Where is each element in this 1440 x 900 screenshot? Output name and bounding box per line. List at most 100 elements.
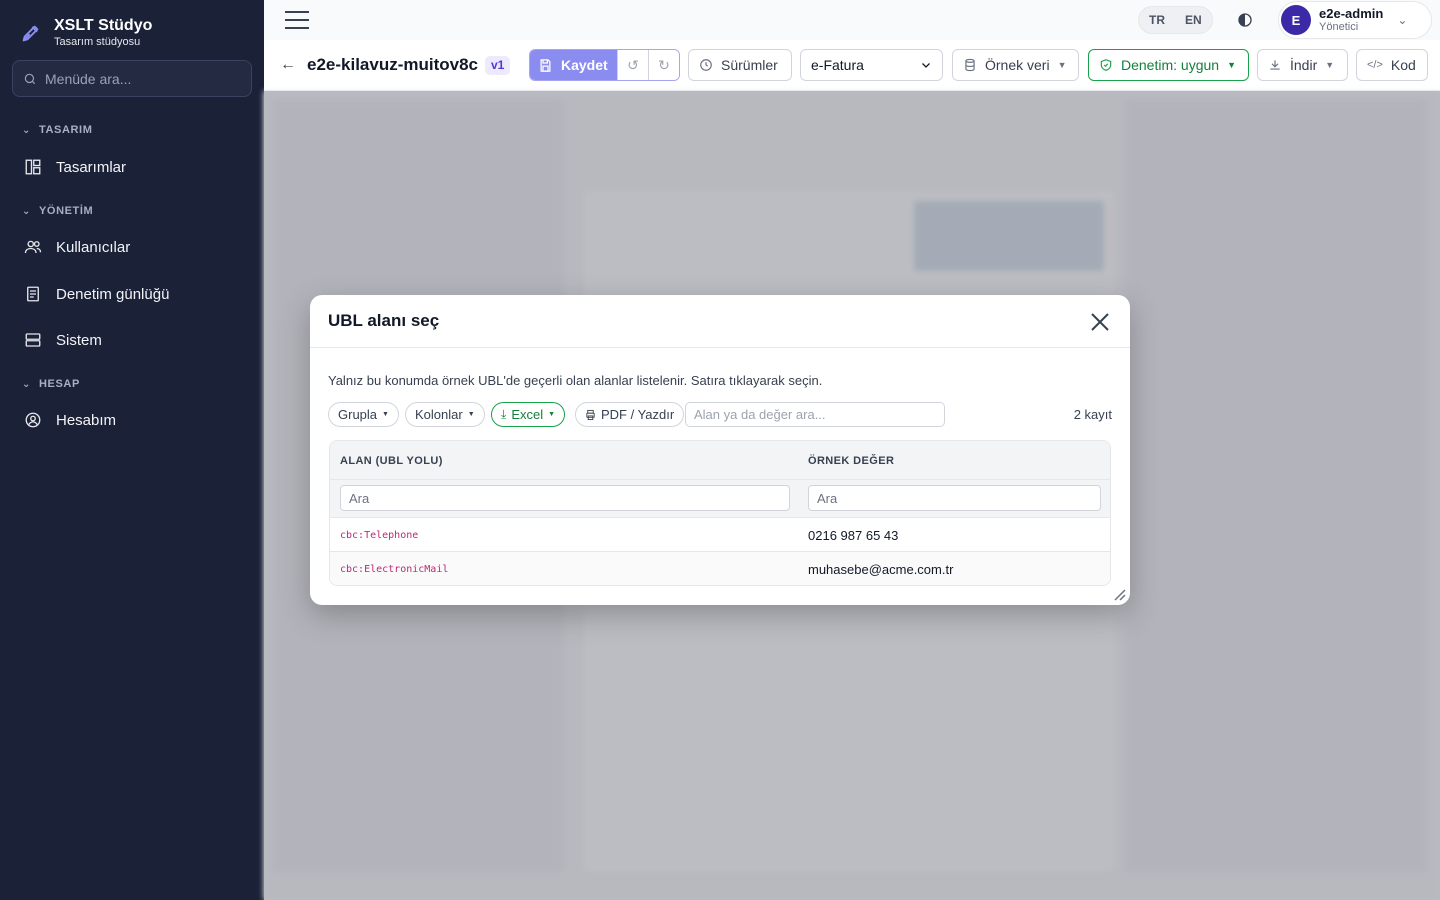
chevron-down-icon: ⌄ <box>22 124 31 136</box>
excel-export-button[interactable]: ⤓ Excel ▼ <box>491 402 566 427</box>
layout-icon <box>25 159 41 175</box>
sidebar-item-users[interactable]: Kullanıcılar <box>0 227 264 267</box>
close-icon[interactable] <box>1090 312 1110 332</box>
redo-button[interactable]: ↻ <box>648 50 679 80</box>
caret-down-icon: ▼ <box>1227 60 1236 70</box>
caret-down-icon: ▼ <box>1325 60 1335 70</box>
sample-data-button[interactable]: Örnek veri ▼ <box>952 49 1079 81</box>
brand-title: XSLT Stüdyo <box>54 17 153 34</box>
redo-icon: ↻ <box>658 56 670 73</box>
user-circle-icon <box>25 412 41 428</box>
table-row[interactable]: cbc:Telephone 0216 987 65 43 <box>330 518 1110 552</box>
code-button[interactable]: </> Kod <box>1356 49 1428 81</box>
section-label: YÖNETİM <box>38 205 94 217</box>
sidebar-item-system[interactable]: Sistem <box>0 320 264 360</box>
sidebar-item-label: Denetim günlüğü <box>56 285 170 303</box>
code-icon: </> <box>1367 59 1383 71</box>
versions-button[interactable]: Sürümler <box>688 49 792 81</box>
resize-handle-icon[interactable] <box>1112 587 1126 601</box>
caret-down-icon: ▼ <box>1057 60 1067 70</box>
dialog-description: Yalnız bu konumda örnek UBL'de geçerli o… <box>328 373 823 388</box>
theme-toggle-button[interactable] <box>1230 6 1260 34</box>
ubl-fields-table: ALAN (UBL YOLU) ÖRNEK DEĞER cbc:Telephon… <box>329 440 1111 586</box>
table-row[interactable]: cbc:ElectronicMail muhasebe@acme.com.tr <box>330 552 1110 585</box>
code-label: Kod <box>1390 57 1416 73</box>
users-icon <box>24 240 42 254</box>
save-button[interactable]: Kaydet <box>530 50 617 80</box>
sidebar-item-label: Hesabım <box>56 411 117 429</box>
user-name: e2e-admin <box>1319 6 1384 21</box>
sidebar-item-audit-log[interactable]: Denetim günlüğü <box>0 274 264 314</box>
versions-label: Sürümler <box>721 57 778 73</box>
log-icon <box>27 286 39 302</box>
doc-type-value: e-Fatura <box>811 57 864 73</box>
sample-value: 0216 987 65 43 <box>808 528 899 543</box>
shield-check-icon <box>1100 59 1112 71</box>
menu-search-input[interactable] <box>45 70 245 87</box>
language-switch: TR EN <box>1138 6 1213 34</box>
sample-value: muhasebe@acme.com.tr <box>808 562 954 577</box>
hamburger-menu-icon[interactable] <box>284 10 310 30</box>
sidebar-nav: ⌄ TASARIM Tasarımlar ⌄ YÖNETİM Kullanıcı… <box>0 120 264 440</box>
sidebar-item-designs[interactable]: Tasarımlar <box>0 147 264 187</box>
ubl-path: cbc:ElectronicMail <box>340 564 449 575</box>
editor-toolbar: ← e2e-kilavuz-muitov8c v1 Kaydet ↺ ↻ Sür… <box>264 40 1440 91</box>
menu-search[interactable] <box>12 60 252 97</box>
chevron-down-icon: ⌄ <box>22 205 31 217</box>
doc-type-select[interactable]: e-Fatura <box>800 49 943 81</box>
avatar: E <box>1281 5 1311 35</box>
chevron-down-icon: ⌄ <box>1397 13 1408 27</box>
column-header-field[interactable]: ALAN (UBL YOLU) <box>340 455 443 467</box>
sample-filter-input[interactable] <box>808 485 1101 511</box>
clock-icon <box>700 59 712 71</box>
lang-en-button[interactable]: EN <box>1175 13 1212 27</box>
audit-status-button[interactable]: Denetim: uygun ▼ <box>1088 49 1249 81</box>
caret-down-icon: ▼ <box>382 411 389 418</box>
download-button[interactable]: İndir ▼ <box>1257 49 1348 81</box>
save-icon <box>540 58 551 72</box>
undo-icon: ↺ <box>627 56 639 73</box>
column-header-sample[interactable]: ÖRNEK DEĞER <box>808 455 894 467</box>
save-label: Kaydet <box>561 57 608 73</box>
filter-row <box>330 480 1110 518</box>
columns-label: Kolonlar <box>415 407 463 422</box>
sidebar-item-label: Kullanıcılar <box>56 238 131 256</box>
brand[interactable]: XSLT Stüdyo Tasarım stüdyosu <box>0 0 264 52</box>
grid-search-input[interactable] <box>685 402 945 427</box>
undo-button[interactable]: ↺ <box>617 50 648 80</box>
database-icon <box>965 58 975 72</box>
printer-icon <box>586 409 595 420</box>
section-admin[interactable]: ⌄ YÖNETİM <box>0 201 264 221</box>
user-role: Yönetici <box>1319 21 1359 33</box>
ubl-path: cbc:Telephone <box>340 530 419 541</box>
pen-nib-icon <box>22 25 39 42</box>
contrast-icon <box>1238 13 1252 27</box>
group-by-button[interactable]: Grupla ▼ <box>328 402 399 427</box>
grid-controls: Grupla ▼ Kolonlar ▼ ⤓ Excel ▼ PDF / Yazd… <box>328 402 1112 427</box>
dialog-header: UBL alanı seç <box>310 295 1130 348</box>
columns-button[interactable]: Kolonlar ▼ <box>405 402 485 427</box>
download-label: İndir <box>1290 57 1318 73</box>
pdf-print-button[interactable]: PDF / Yazdır <box>575 402 685 427</box>
field-filter-input[interactable] <box>340 485 790 511</box>
brand-subtitle: Tasarım stüdyosu <box>54 36 141 48</box>
dialog-title: UBL alanı seç <box>328 311 440 330</box>
sidebar-item-label: Sistem <box>56 331 102 349</box>
back-arrow-icon[interactable]: ← <box>280 56 296 74</box>
lang-tr-button[interactable]: TR <box>1139 13 1175 27</box>
section-label: TASARIM <box>38 124 93 136</box>
ubl-field-picker-dialog: UBL alanı seç Yalnız bu konumda örnek UB… <box>310 295 1130 605</box>
version-badge: v1 <box>485 56 511 75</box>
section-label: HESAP <box>38 378 80 390</box>
server-icon <box>25 333 41 347</box>
caret-down-icon: ▼ <box>467 411 475 418</box>
section-account[interactable]: ⌄ HESAP <box>0 374 264 394</box>
download-icon <box>1270 60 1280 70</box>
record-count: 2 kayıt <box>1073 407 1112 422</box>
section-design[interactable]: ⌄ TASARIM <box>0 120 264 140</box>
user-menu[interactable]: E e2e-admin Yönetici ⌄ <box>1278 1 1432 39</box>
topbar: TR EN E e2e-admin Yönetici ⌄ <box>264 0 1440 40</box>
table-header: ALAN (UBL YOLU) ÖRNEK DEĞER <box>330 441 1110 480</box>
sidebar-item-account[interactable]: Hesabım <box>0 400 264 440</box>
sidebar-item-label: Tasarımlar <box>56 158 127 176</box>
